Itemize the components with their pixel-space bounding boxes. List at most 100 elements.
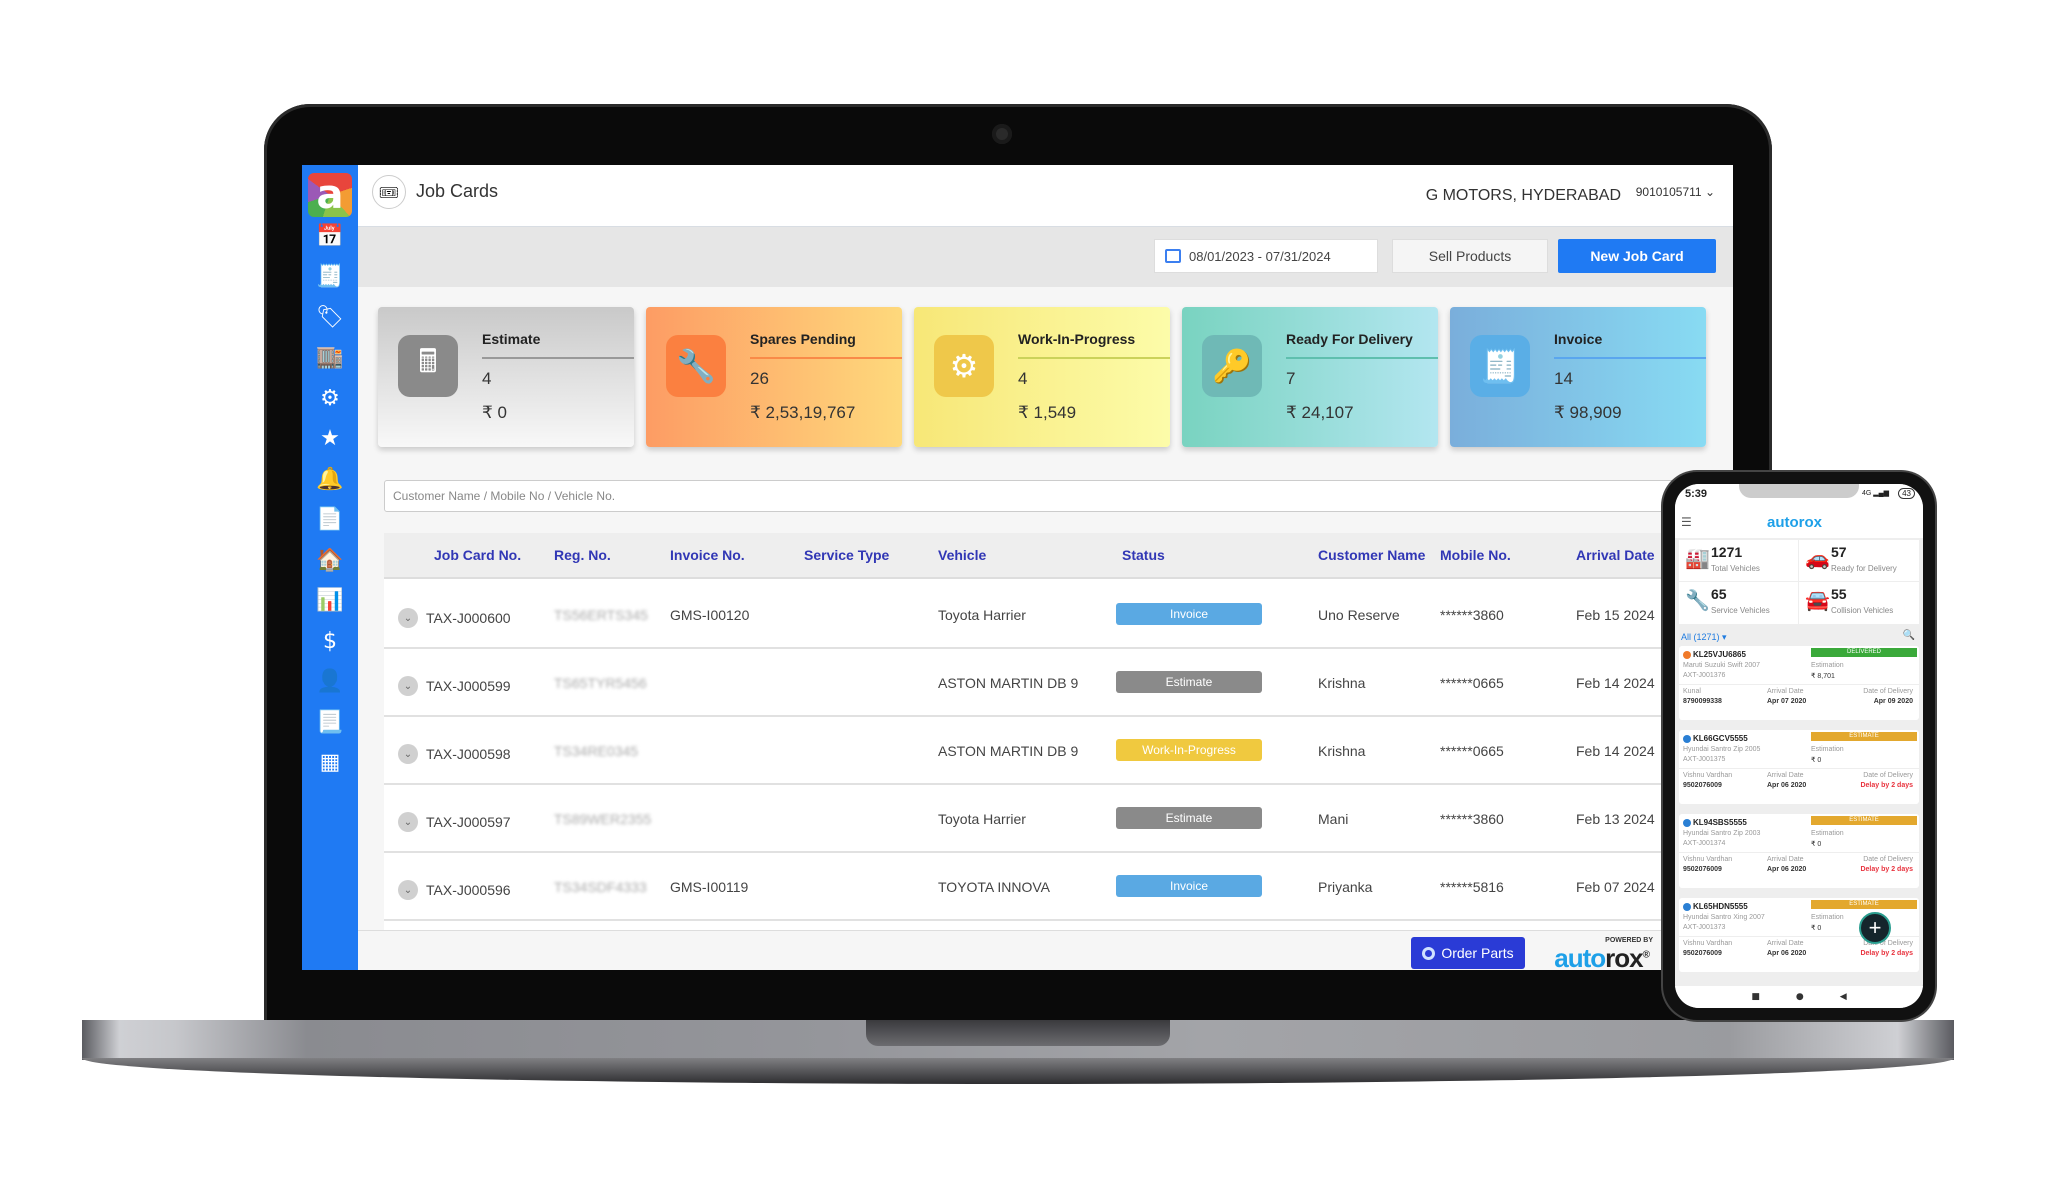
account-dropdown[interactable]: 9010105711 ⌄ <box>1636 185 1715 199</box>
invoice-scroll-icon[interactable]: 🧾 <box>316 263 344 291</box>
cell-customer: Priyanka <box>1318 879 1373 895</box>
estimation-value: ₹ 0 <box>1811 925 1822 932</box>
column-header-arrival-date[interactable]: Arrival Date <box>1576 547 1655 563</box>
order-parts-label: Order Parts <box>1441 945 1514 961</box>
sell-products-button[interactable]: Sell Products <box>1392 239 1548 273</box>
job-vehicle-model: Hyundai Santro Xing 2007 <box>1683 914 1765 921</box>
job-reg-number: KL65HDN5555 <box>1693 902 1748 911</box>
phone-search-icon[interactable]: 🔍 <box>1903 630 1915 641</box>
phone-stat-label: Service Vehicles <box>1711 606 1770 615</box>
cell-arrival: Feb 14 2024 <box>1576 675 1655 691</box>
rating-icon[interactable]: ★ <box>316 425 344 453</box>
delivery-date-value: Apr 09 2020 <box>1873 698 1913 705</box>
belt-icon[interactable]: ⚙ <box>316 384 344 412</box>
expand-row-chevron-icon[interactable]: ⌄ <box>398 812 418 832</box>
table-icon[interactable]: ▦ <box>316 749 344 777</box>
table-header: Job Card No. Reg. No. Invoice No. Service T… <box>384 533 1733 579</box>
column-header-mobile-no[interactable]: Mobile No. <box>1440 547 1511 563</box>
bell-icon[interactable]: 🔔 <box>316 465 344 493</box>
table-row[interactable]: ⌄ TAX-J000598 TS34RE0345 ASTON MARTIN DB 9 W… <box>384 717 1733 785</box>
revenue-icon[interactable]: $ <box>316 627 344 655</box>
laptop-screen: a 📅 🧾 🏷 🏬 ⚙ ★ 🔔 📄 🏠 📊 $ 👤 📃 ▦ 🎟 Job Cards G MOTORS, H… <box>302 165 1733 970</box>
cell-customer: Mani <box>1318 811 1349 827</box>
job-card-number: AXT-J001375 <box>1683 756 1726 763</box>
expand-row-chevron-icon[interactable]: ⌄ <box>398 880 418 900</box>
tags-icon[interactable]: 🏷 <box>316 303 344 331</box>
customer-name: Kunal <box>1683 688 1701 695</box>
add-fab-button[interactable]: + <box>1859 912 1891 944</box>
vehicle-filter-dropdown[interactable]: All (1271) ▾ <box>1681 632 1727 643</box>
column-header-service-type[interactable]: Service Type <box>804 547 889 563</box>
column-header-reg-no[interactable]: Reg. No. <box>554 547 611 563</box>
garage-icon[interactable]: 🏠 <box>316 546 344 574</box>
page-title: Job Cards <box>416 181 499 201</box>
phone-job-card[interactable]: KL94SBS5555 Hyundai Santro Zip 2003 AXT-J0… <box>1679 814 1919 888</box>
account-phone: 9010105711 <box>1635 185 1702 199</box>
user-icon[interactable]: 👤 <box>316 668 344 696</box>
company-name: G MOTORS, HYDERABAD <box>1425 187 1621 204</box>
phone-time: 5:39 <box>1685 488 1708 500</box>
status-badge: Estimate <box>1116 671 1262 693</box>
delivery-date-label: Date of Delivery <box>1863 688 1913 695</box>
vehicle-type-dot-icon <box>1683 651 1691 659</box>
expand-row-chevron-icon[interactable]: ⌄ <box>398 676 418 696</box>
stat-card-spares-pending[interactable]: 🔧 Spares Pending 26 ₹ 2,53,19,767 <box>646 307 902 447</box>
table-row[interactable]: ⌄ TAX-J000596 TS34SDF4333 GMS-I00119 TOYOTA … <box>384 853 1733 921</box>
menu-icon[interactable]: ☰ <box>1681 515 1692 529</box>
expand-row-chevron-icon[interactable]: ⌄ <box>398 608 418 628</box>
top-bar: 🎟 Job Cards G MOTORS, HYDERABAD 90101057… <box>358 165 1733 227</box>
estimation-label: Estimation <box>1811 746 1844 753</box>
stat-card-amount: ₹ 24,107 <box>1286 403 1354 422</box>
stat-card-invoice[interactable]: 🧾 Invoice 14 ₹ 98,909 <box>1450 307 1706 447</box>
stat-card-divider <box>1018 357 1170 359</box>
column-header-vehicle[interactable]: Vehicle <box>938 547 986 563</box>
nav-recents-icon[interactable]: ■ <box>1751 992 1760 1002</box>
stat-card-work-in-progress[interactable]: ⚙ Work-In-Progress 4 ₹ 1,549 <box>914 307 1170 447</box>
phone-job-card[interactable]: KL66GCV5555 Hyundai Santro Zip 2005 AXT-J0… <box>1679 730 1919 804</box>
cell-customer: Krishna <box>1318 675 1366 691</box>
table-row[interactable]: ⌄ TAX-J000599 TS65TYR5456 ASTON MARTIN DB 9… <box>384 649 1733 717</box>
table-row[interactable]: ⌄ TAX-J000600 TS56ERTS345 GMS-I00120 Toyota … <box>384 581 1733 649</box>
card-divider <box>1679 684 1919 685</box>
job-status-badge: ESTIMATE <box>1811 732 1917 741</box>
date-range-picker[interactable]: 08/01/2023 - 07/31/2024 <box>1154 239 1378 273</box>
cell-reg: TS34RE0345 <box>554 743 639 759</box>
stat-card-amount: ₹ 0 <box>482 403 507 422</box>
column-header-status[interactable]: Status <box>1122 547 1165 563</box>
stat-card-ready-for-delivery[interactable]: 🔑 Ready For Delivery 7 ₹ 24,107 <box>1182 307 1438 447</box>
column-header-customer-name[interactable]: Customer Name <box>1318 547 1425 563</box>
billing-icon[interactable]: 📃 <box>316 708 344 736</box>
column-header-invoice-no[interactable]: Invoice No. <box>670 547 745 563</box>
phone-stat-total-vehicles[interactable]: 🏭 1271 Total Vehicles <box>1679 540 1799 582</box>
stat-card-count: 4 <box>482 369 492 388</box>
phone-stat-collision-vehicles[interactable]: 🚘 55 Collision Vehicles <box>1799 582 1919 624</box>
order-parts-button[interactable]: Order Parts <box>1411 937 1525 969</box>
new-job-card-button[interactable]: New Job Card <box>1558 239 1716 273</box>
nav-home-icon[interactable]: ● <box>1796 992 1804 1002</box>
phone-stat-service-vehicles[interactable]: 🔧 65 Service Vehicles <box>1679 582 1799 624</box>
calendar-icon[interactable]: 📅 <box>316 222 344 250</box>
table-row[interactable]: ⌄ TAX-J000597 TS89WER2355 Toyota Harrier Est… <box>384 785 1733 853</box>
report-chart-icon[interactable]: 📊 <box>316 587 344 615</box>
cell-arrival: Feb 13 2024 <box>1576 811 1655 827</box>
footer-bar: Order Parts POWERED BY autorox® <box>358 930 1733 970</box>
column-header-job-card-no[interactable]: Job Card No. <box>434 547 521 563</box>
phone-stat-ready-for-delivery[interactable]: 🚗 57 Ready for Delivery <box>1799 540 1919 582</box>
expand-row-chevron-icon[interactable]: ⌄ <box>398 744 418 764</box>
cell-reg: TS65TYR5456 <box>554 675 647 691</box>
app-logo[interactable]: a <box>308 173 352 217</box>
job-vehicle-model: Hyundai Santro Zip 2005 <box>1683 746 1761 753</box>
nav-back-icon[interactable]: ◀ <box>1840 992 1847 1002</box>
cell-customer: Uno Reserve <box>1318 607 1400 623</box>
stat-card-estimate[interactable]: 🖩 Estimate 4 ₹ 0 <box>378 307 634 447</box>
job-card-number: AXT-J001374 <box>1683 840 1726 847</box>
phone-mockup: 5:39 4G ▂▄▆ 43 ☰ autorox 🏭 1271 Total Vehi… <box>1663 472 1935 1020</box>
stat-card-divider <box>482 357 634 359</box>
phone-job-card[interactable]: KL25VJU6865 Maruti Suzuki Swift 2007 AXT-J… <box>1679 646 1919 720</box>
stat-card-count: 7 <box>1286 369 1296 388</box>
search-input[interactable]: Customer Name / Mobile No / Vehicle No. <box>384 480 1733 512</box>
job-status-badge: ESTIMATE <box>1811 900 1917 909</box>
arrival-date-label: Arrival Date <box>1767 856 1804 863</box>
document-dollar-icon[interactable]: 📄 <box>316 506 344 534</box>
warehouse-icon[interactable]: 🏬 <box>316 344 344 372</box>
